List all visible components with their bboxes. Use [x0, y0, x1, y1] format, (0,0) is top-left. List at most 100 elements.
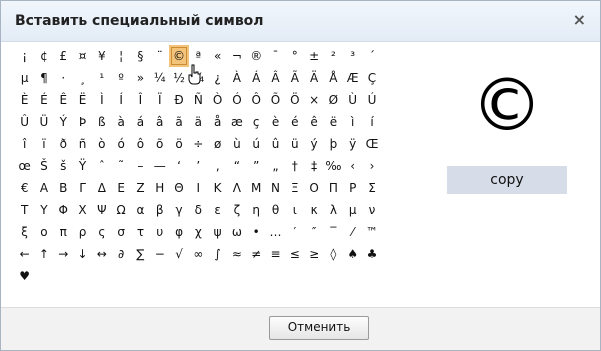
- symbol-cell[interactable]: ñ: [73, 133, 92, 155]
- symbol-cell[interactable]: Ç: [362, 67, 381, 89]
- symbol-cell[interactable]: Ý: [54, 111, 73, 133]
- symbol-cell[interactable]: Λ: [227, 177, 246, 199]
- symbol-cell[interactable]: ¿: [208, 67, 227, 89]
- symbol-cell[interactable]: ↑: [34, 243, 53, 265]
- symbol-cell[interactable]: Ψ: [92, 199, 111, 221]
- symbol-cell[interactable]: σ: [111, 221, 130, 243]
- symbol-cell[interactable]: î: [15, 133, 34, 155]
- symbol-cell[interactable]: ó: [111, 133, 130, 155]
- symbol-cell[interactable]: Â: [266, 67, 285, 89]
- symbol-cell[interactable]: ζ: [227, 199, 246, 221]
- symbol-cell[interactable]: ε: [208, 199, 227, 221]
- symbol-cell[interactable]: Ε: [111, 177, 130, 199]
- symbol-cell[interactable]: Η: [150, 177, 169, 199]
- symbol-cell[interactable]: Α: [34, 177, 53, 199]
- symbol-cell[interactable]: Φ: [54, 199, 73, 221]
- symbol-cell[interactable]: α: [131, 199, 150, 221]
- symbol-cell[interactable]: Μ: [247, 177, 266, 199]
- symbol-cell[interactable]: ¨: [150, 45, 169, 67]
- symbol-cell[interactable]: Ñ: [189, 89, 208, 111]
- symbol-cell[interactable]: Ú: [362, 89, 381, 111]
- symbol-cell[interactable]: ↔: [92, 243, 111, 265]
- symbol-cell[interactable]: ♣: [362, 243, 381, 265]
- symbol-cell[interactable]: è: [266, 111, 285, 133]
- symbol-cell[interactable]: Ã: [285, 67, 304, 89]
- symbol-cell[interactable]: ¾: [189, 67, 208, 89]
- symbol-cell[interactable]: š: [54, 155, 73, 177]
- symbol-cell[interactable]: ς: [92, 221, 111, 243]
- symbol-cell[interactable]: ò: [92, 133, 111, 155]
- symbol-cell[interactable]: Õ: [266, 89, 285, 111]
- symbol-cell[interactable]: ù: [227, 133, 246, 155]
- symbol-cell[interactable]: ç: [247, 111, 266, 133]
- symbol-cell[interactable]: §: [131, 45, 150, 67]
- symbol-cell[interactable]: ²: [324, 45, 343, 67]
- symbol-cell[interactable]: æ: [227, 111, 246, 133]
- symbol-cell[interactable]: °: [285, 45, 304, 67]
- symbol-cell[interactable]: ∞: [189, 243, 208, 265]
- symbol-cell[interactable]: ¸: [73, 67, 92, 89]
- symbol-cell[interactable]: º: [111, 67, 130, 89]
- symbol-cell[interactable]: ⁄: [343, 221, 362, 243]
- symbol-cell[interactable]: Œ: [362, 133, 381, 155]
- symbol-cell[interactable]: ξ: [15, 221, 34, 243]
- symbol-cell[interactable]: ≤: [285, 243, 304, 265]
- symbol-cell[interactable]: ª: [189, 45, 208, 67]
- symbol-cell[interactable]: ω: [227, 221, 246, 243]
- symbol-cell[interactable]: ì: [343, 111, 362, 133]
- symbol-cell[interactable]: »: [131, 67, 150, 89]
- symbol-cell[interactable]: ←: [15, 243, 34, 265]
- symbol-cell[interactable]: ß: [92, 111, 111, 133]
- symbol-cell[interactable]: ‹: [343, 155, 362, 177]
- symbol-cell[interactable]: à: [111, 111, 130, 133]
- symbol-cell[interactable]: ½: [169, 67, 188, 89]
- symbol-cell[interactable]: Ó: [227, 89, 246, 111]
- symbol-cell[interactable]: ‰: [324, 155, 343, 177]
- symbol-cell[interactable]: ♠: [343, 243, 362, 265]
- symbol-cell[interactable]: ψ: [208, 221, 227, 243]
- symbol-cell[interactable]: ◊: [324, 243, 343, 265]
- symbol-cell[interactable]: θ: [266, 199, 285, 221]
- symbol-cell[interactable]: †: [285, 155, 304, 177]
- symbol-cell[interactable]: ≡: [266, 243, 285, 265]
- symbol-cell[interactable]: ë: [324, 111, 343, 133]
- symbol-cell[interactable]: œ: [15, 155, 34, 177]
- symbol-cell[interactable]: Á: [247, 67, 266, 89]
- symbol-cell[interactable]: Î: [131, 89, 150, 111]
- symbol-cell[interactable]: ÿ: [343, 133, 362, 155]
- symbol-cell[interactable]: γ: [169, 199, 188, 221]
- symbol-cell[interactable]: Å: [324, 67, 343, 89]
- symbol-cell[interactable]: þ: [324, 133, 343, 155]
- symbol-cell[interactable]: Ë: [73, 89, 92, 111]
- symbol-cell[interactable]: …: [266, 221, 285, 243]
- symbol-cell[interactable]: ′: [285, 221, 304, 243]
- symbol-cell[interactable]: á: [131, 111, 150, 133]
- symbol-cell[interactable]: τ: [131, 221, 150, 243]
- symbol-cell[interactable]: ³: [343, 45, 362, 67]
- symbol-cell[interactable]: ¢: [34, 45, 53, 67]
- symbol-cell[interactable]: ”: [247, 155, 266, 177]
- symbol-cell[interactable]: Ι: [189, 177, 208, 199]
- symbol-cell[interactable]: ο: [34, 221, 53, 243]
- symbol-cell[interactable]: κ: [304, 199, 323, 221]
- symbol-cell[interactable]: Χ: [73, 199, 92, 221]
- symbol-cell[interactable]: ý: [304, 133, 323, 155]
- symbol-cell[interactable]: ©: [169, 45, 189, 67]
- symbol-cell[interactable]: Ω: [111, 199, 130, 221]
- symbol-cell[interactable]: É: [34, 89, 53, 111]
- symbol-cell[interactable]: Ø: [324, 89, 343, 111]
- symbol-cell[interactable]: −: [150, 243, 169, 265]
- symbol-cell[interactable]: ¼: [150, 67, 169, 89]
- symbol-cell[interactable]: ∫: [208, 243, 227, 265]
- symbol-cell[interactable]: μ: [343, 199, 362, 221]
- symbol-cell[interactable]: Ρ: [343, 177, 362, 199]
- symbol-cell[interactable]: Γ: [73, 177, 92, 199]
- symbol-cell[interactable]: ï: [34, 133, 53, 155]
- symbol-cell[interactable]: Í: [111, 89, 130, 111]
- symbol-cell[interactable]: Ì: [92, 89, 111, 111]
- symbol-cell[interactable]: ·: [54, 67, 73, 89]
- symbol-cell[interactable]: ð: [54, 133, 73, 155]
- symbol-cell[interactable]: Ê: [54, 89, 73, 111]
- symbol-cell[interactable]: φ: [169, 221, 188, 243]
- symbol-cell[interactable]: ö: [169, 133, 188, 155]
